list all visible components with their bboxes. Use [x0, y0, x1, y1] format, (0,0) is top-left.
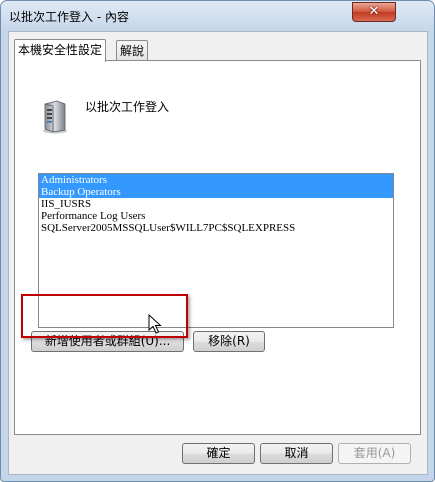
list-item-iis-iusrs[interactable]: IIS_IUSRS [39, 198, 393, 210]
window-title: 以批次工作登入 - 內容 [9, 10, 129, 24]
properties-window: 以批次工作登入 - 內容 ✕ 本機安全性設定 解說 以批次工作登入 Admini… [0, 0, 435, 482]
server-computer-icon [43, 100, 67, 134]
annotation-highlight-box [21, 294, 188, 338]
list-item-sqlserver-user[interactable]: SQLServer2005MSSQLUser$WILL7PC$SQLEXPRES… [39, 222, 393, 234]
close-icon: ✕ [368, 4, 380, 19]
apply-button[interactable]: 套用(A) [338, 443, 411, 464]
dialog-client-area: 本機安全性設定 解說 以批次工作登入 Administrators Backup… [8, 31, 428, 475]
list-item-administrators[interactable]: Administrators [39, 174, 393, 186]
tab-explain[interactable]: 解說 [116, 40, 149, 61]
list-item-performance-log-users[interactable]: Performance Log Users [39, 210, 393, 222]
title-bar[interactable]: 以批次工作登入 - 內容 ✕ [1, 1, 434, 31]
list-item-backup-operators[interactable]: Backup Operators [39, 186, 393, 198]
cancel-button[interactable]: 取消 [260, 443, 333, 464]
policy-name: 以批次工作登入 [85, 100, 170, 114]
mouse-pointer-icon [148, 314, 162, 334]
tab-panel: 以批次工作登入 Administrators Backup Operators … [14, 60, 421, 435]
tab-local-security-setting[interactable]: 本機安全性設定 [14, 39, 107, 62]
ok-button[interactable]: 確定 [182, 443, 255, 464]
remove-button[interactable]: 移除(R) [193, 331, 265, 352]
close-button[interactable]: ✕ [352, 2, 396, 22]
